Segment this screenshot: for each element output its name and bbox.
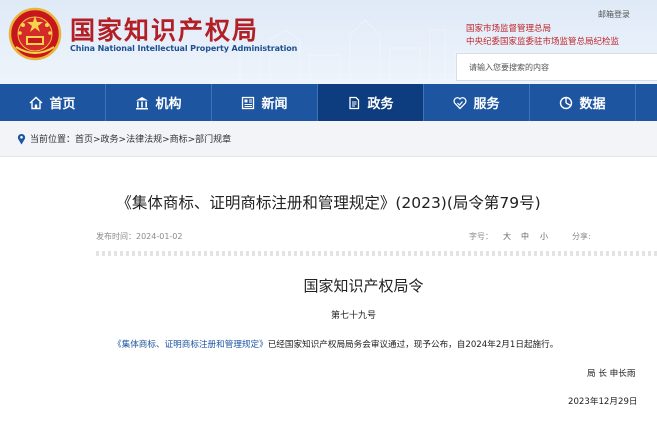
share-label[interactable]: 分享: [572, 231, 591, 242]
font-size-medium-button[interactable]: 中 [521, 231, 529, 242]
nav-item-label: 政务 [367, 97, 394, 112]
nav-item-data[interactable]: 数据 [530, 84, 636, 121]
nav-item-news[interactable]: 新闻 [212, 84, 318, 121]
site-header: 国家知识产权局 China National Intellectual Prop… [0, 0, 657, 84]
signature: 局 长 申长雨 [587, 369, 636, 379]
service-icon [453, 96, 467, 109]
city-skyline-decoration [230, 19, 490, 81]
nav-item-home[interactable]: 首页 [0, 84, 106, 121]
nav-item-institution[interactable]: 机构 [106, 84, 212, 121]
nav-item-label: 数据 [579, 97, 606, 112]
site-logo-english[interactable]: China National Intellectual Property Adm… [70, 44, 297, 53]
location-pin-icon [17, 133, 26, 145]
divider [96, 251, 657, 256]
document-icon [349, 96, 360, 109]
nav-item-label: 机构 [155, 97, 182, 112]
article-title: 《集体商标、证明商标注册和管理规定》(2023)(局令第79号) [116, 194, 541, 212]
breadcrumb[interactable]: 当前位置：首页>政务>法律法规>商标>部门规章 [30, 132, 231, 145]
data-pie-icon [560, 96, 573, 109]
news-icon [242, 96, 255, 109]
affiliation-link-samr[interactable]: 国家市场监督管理总局 [466, 22, 551, 34]
home-icon [30, 96, 43, 109]
publish-date: 发布时间：2024-01-02 [96, 232, 183, 241]
nav-item-label: 首页 [49, 97, 76, 112]
regulation-link[interactable]: 《集体商标、证明商标注册和管理规定》 [113, 340, 268, 350]
mail-login-link[interactable]: 邮箱登录 [598, 9, 630, 20]
affiliation-link-discipline[interactable]: 中央纪委国家监委驻市场监管总局纪检监 [466, 35, 619, 47]
document-heading: 国家知识产权局令 [303, 277, 424, 295]
article-body-text: 已经国家知识产权局局务会审议通过，现予公布，自2024年2月1日起施行。 [267, 340, 559, 350]
order-number: 第七十九号 [330, 311, 376, 321]
signature-date: 2023年12月29日 [568, 397, 638, 407]
font-size-large-button[interactable]: 大 [503, 231, 511, 242]
institution-icon [136, 96, 149, 109]
font-size-label: 字号： [469, 232, 493, 241]
font-size-small-button[interactable]: 小 [540, 231, 548, 242]
site-logo-chinese[interactable]: 国家知识产权局 [70, 11, 259, 47]
article-body: 《集体商标、证明商标注册和管理规定》已经国家知识产权局局务会审议通过，现予公布，… [113, 338, 558, 350]
nav-item-government-affairs[interactable]: 政务 [318, 84, 424, 128]
nav-item-label: 新闻 [261, 97, 288, 112]
nav-item-service[interactable]: 服务 [424, 84, 530, 121]
nav-overflow [636, 84, 657, 121]
search-input[interactable] [457, 54, 657, 80]
main-nav: 首页 机构 新闻 政务 服务 数据 [0, 84, 657, 128]
national-emblem-logo [8, 7, 62, 61]
search-box [456, 53, 657, 81]
nav-item-label: 服务 [473, 97, 500, 112]
